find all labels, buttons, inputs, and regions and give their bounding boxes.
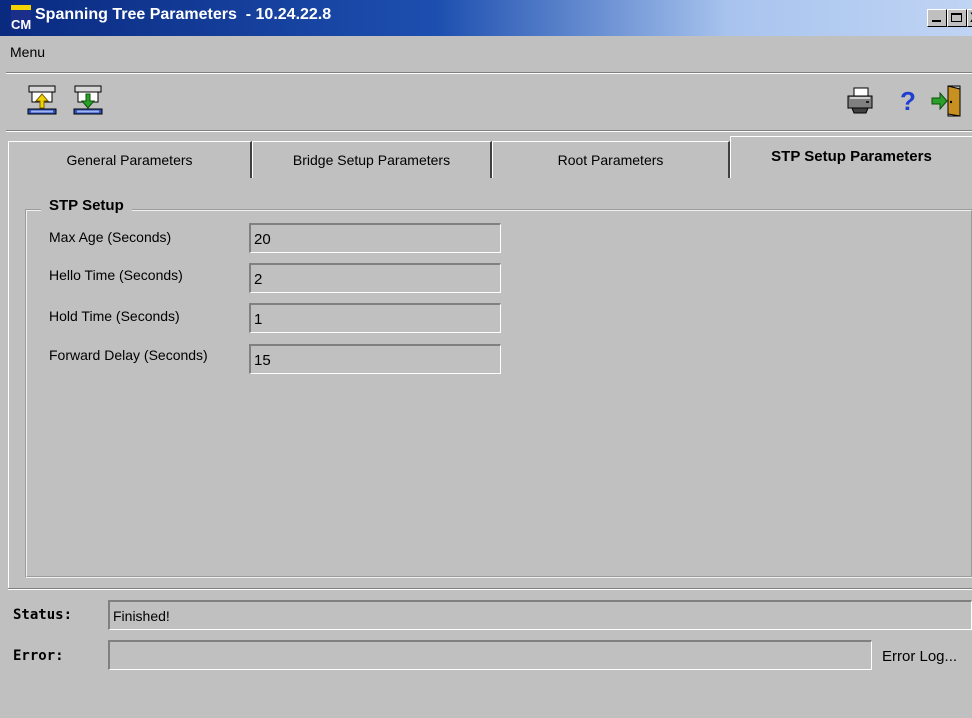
toolbar-separator [6,130,972,132]
minimize-button[interactable] [927,9,947,27]
close-button[interactable]: X [967,9,972,27]
maximize-button[interactable] [947,9,967,27]
forward-delay-label: Forward Delay (Seconds) [49,347,208,363]
tab-general-parameters[interactable]: General Parameters [8,141,252,178]
minimize-icon [932,20,941,22]
menu-item-menu[interactable]: Menu [10,44,45,60]
stp-setup-group: Max Age (Seconds) 20 Hello Time (Seconds… [25,209,972,578]
hold-time-field[interactable]: 1 [249,303,501,333]
toolbar: ? [0,74,972,130]
status-field: Finished! [108,600,972,630]
print-button[interactable] [844,84,876,116]
tab-stp-setup-parameters[interactable]: STP Setup Parameters [730,136,972,178]
upload-to-device-icon [27,85,57,115]
hello-time-label: Hello Time (Seconds) [49,267,183,283]
tab-bridge-setup-parameters[interactable]: Bridge Setup Parameters [252,141,492,178]
max-age-field[interactable]: 20 [249,223,501,253]
max-age-label: Max Age (Seconds) [49,229,172,245]
upload-button[interactable] [26,84,58,116]
maximize-icon [951,13,962,22]
error-label: Error: [13,648,64,664]
window-title: Spanning Tree Parameters - 10.24.22.8 [35,6,332,23]
error-field [108,640,872,670]
printer-icon [847,87,873,114]
tab-root-parameters[interactable]: Root Parameters [492,141,730,178]
help-button[interactable]: ? [891,84,923,116]
stp-setup-title: STP Setup [41,197,132,214]
tab-panel: Max Age (Seconds) 20 Hello Time (Seconds… [8,178,972,590]
tab-strip: General Parameters Bridge Setup Paramete… [0,136,972,178]
download-from-device-icon [73,85,103,115]
app-icon: CM [11,5,31,32]
download-button[interactable] [72,84,104,116]
exit-door-icon [931,85,961,117]
panel-bottom-edge [8,588,972,590]
help-glyph: ? [900,86,916,116]
hold-time-label: Hold Time (Seconds) [49,308,180,324]
hello-time-field[interactable]: 2 [249,263,501,293]
exit-button[interactable] [930,84,962,117]
help-icon: ? [900,86,916,116]
title-bar[interactable]: CM Spanning Tree Parameters - 10.24.22.8… [0,0,972,36]
forward-delay-field[interactable]: 15 [249,344,501,374]
status-label: Status: [13,607,73,623]
menu-bar: Menu [0,36,972,70]
error-log-link[interactable]: Error Log... [882,648,957,665]
